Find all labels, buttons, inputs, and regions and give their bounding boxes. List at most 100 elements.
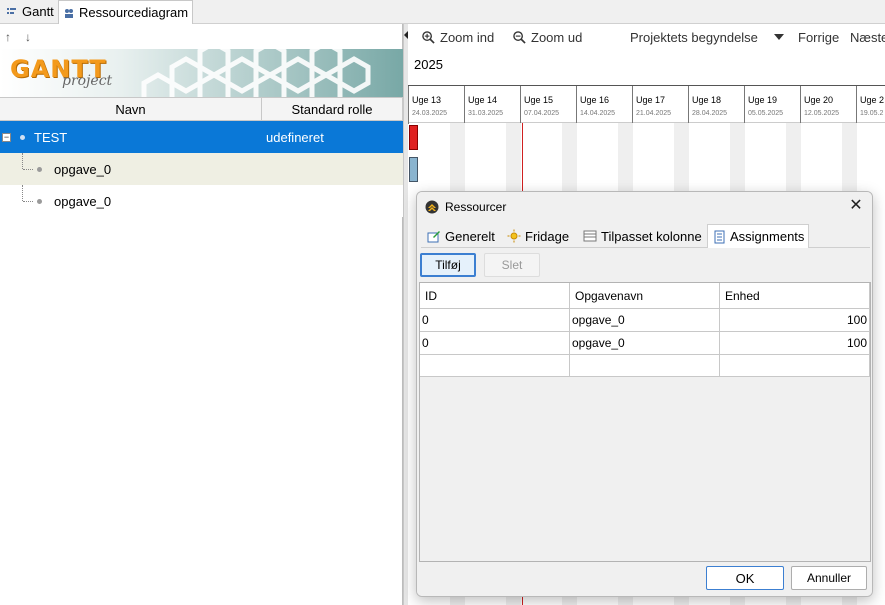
tab-gantt[interactable]: Gantt	[2, 0, 58, 23]
cell-id[interactable]: 0	[420, 332, 570, 355]
tree-row-assignment[interactable]: opgave_0	[0, 185, 403, 217]
resource-load-bar[interactable]	[409, 125, 418, 150]
tree-row-resource[interactable]: − TEST udefineret	[0, 121, 403, 153]
assignment-load-bar[interactable]	[409, 157, 418, 182]
tab-resource-diagram[interactable]: Ressourcediagram	[58, 0, 194, 24]
zoom-out-button[interactable]: Zoom ud	[513, 30, 582, 45]
table-row[interactable]: 0 opgave_0 100	[420, 332, 870, 355]
next-button[interactable]: Næste	[850, 30, 885, 45]
week-label: Uge 19	[748, 95, 778, 105]
ganttproject-logo: GANTT project	[10, 55, 112, 89]
week-label: Uge 14	[468, 95, 498, 105]
week-label: Uge 17	[636, 95, 666, 105]
chart-toolbar: Zoom ind Zoom ud Projektets begyndelse F…	[408, 24, 885, 52]
document-icon	[714, 230, 725, 243]
move-down-button[interactable]: ↓	[25, 30, 31, 44]
assignment-name: opgave_0	[54, 193, 112, 209]
add-assignment-button[interactable]: Tilføj	[420, 253, 476, 277]
week-label: Uge 18	[692, 95, 722, 105]
timeline-week: Uge 17 21.04.2025	[632, 86, 688, 124]
cancel-button[interactable]: Annuller	[791, 566, 867, 590]
resource-name: TEST	[34, 129, 68, 145]
cell-id[interactable]: 0	[420, 309, 570, 332]
dialog-titlebar[interactable]: Ressourcer	[417, 192, 872, 222]
ok-button[interactable]: OK	[706, 566, 784, 590]
tab-custom-columns-label: Tilpasset kolonne	[601, 228, 702, 244]
view-tabs: Gantt Ressourcediagram	[0, 0, 885, 24]
week-label: Uge 13	[412, 95, 442, 105]
timeline-week: Uge 16 14.04.2025	[576, 86, 632, 124]
dialog-tabs: Generelt Fridage Tilpasset kolonne Assig…	[421, 224, 870, 249]
column-header-unit[interactable]: Enhed	[720, 283, 870, 309]
column-header-task-name[interactable]: Opgavenavn	[570, 283, 720, 309]
logo-sub-text: project	[62, 73, 113, 89]
tree-connector	[23, 169, 33, 170]
project-start-label: Projektets begyndelse	[630, 30, 758, 45]
tree-connector	[22, 185, 23, 201]
column-header-role[interactable]: Standard rolle	[262, 98, 403, 120]
timeline-week: Uge 13 24.03.2025	[408, 86, 464, 124]
tab-assignments[interactable]: Assignments	[707, 224, 810, 249]
timeline-week: Uge 2 19.05.2	[856, 86, 885, 124]
delete-assignment-button[interactable]: Slet	[484, 253, 540, 277]
project-start-dropdown[interactable]	[774, 34, 784, 40]
tree-header: Navn Standard rolle	[0, 97, 403, 121]
tree-row-assignment[interactable]: opgave_0	[0, 153, 403, 185]
week-date: 12.05.2025	[804, 110, 840, 117]
tab-general[interactable]: Generelt	[423, 224, 499, 248]
table-row[interactable]: 0 opgave_0 100	[420, 309, 870, 332]
week-date: 28.04.2025	[692, 110, 728, 117]
week-label: Uge 2	[860, 95, 885, 105]
week-date: 05.05.2025	[748, 110, 784, 117]
close-icon[interactable]: ✕	[848, 198, 864, 214]
assignments-table: ID Opgavenavn Enhed 0 opgave_0 100 0 opg…	[419, 282, 871, 562]
week-date: 24.03.2025	[412, 110, 448, 117]
sun-icon	[507, 229, 521, 243]
move-up-button[interactable]: ↑	[5, 30, 11, 44]
task-bullet-icon	[37, 198, 42, 204]
table-header-row: ID Opgavenavn Enhed	[420, 283, 870, 309]
assignment-name: opgave_0	[54, 161, 112, 177]
collapse-toggle[interactable]: −	[2, 132, 11, 142]
zoom-out-icon	[513, 31, 526, 44]
column-header-id[interactable]: ID	[420, 283, 570, 309]
cell-id[interactable]	[420, 355, 570, 377]
ganttproject-app-icon	[425, 200, 439, 214]
edit-icon	[427, 231, 440, 243]
tree-connector	[23, 201, 33, 202]
column-header-name[interactable]: Navn	[0, 98, 262, 120]
cell-unit[interactable]: 100	[720, 309, 870, 332]
cell-unit[interactable]	[720, 355, 870, 377]
week-date: 14.04.2025	[580, 110, 616, 117]
cell-unit[interactable]: 100	[720, 332, 870, 355]
tab-custom-columns[interactable]: Tilpasset kolonne	[579, 224, 706, 248]
next-label: Næste	[850, 30, 885, 45]
resources-dialog: Ressourcer ✕ Generelt Fridage Tilpasset …	[416, 191, 873, 597]
tab-holidays-label: Fridage	[525, 228, 570, 244]
timeline-week: Uge 14 31.03.2025	[464, 86, 520, 124]
resource-tree-panel: ↑ ↓ GANTT project Navn Standard rolle − …	[0, 24, 403, 605]
tab-assignments-label: Assignments	[730, 229, 805, 244]
timeline-header: Uge 13 24.03.2025 Uge 14 31.03.2025 Uge …	[408, 85, 885, 124]
tree-toolbar: ↑ ↓	[0, 24, 403, 50]
assignments-panel: Tilføj Slet ID Opgavenavn Enhed 0 opgave…	[417, 248, 872, 596]
resource-bullet-icon	[20, 134, 25, 140]
previous-button[interactable]: Forrige	[798, 30, 839, 45]
cell-task-name[interactable]	[570, 355, 720, 377]
cell-task-name[interactable]: opgave_0	[570, 332, 720, 355]
week-date: 31.03.2025	[468, 110, 504, 117]
zoom-in-button[interactable]: Zoom ind	[422, 30, 494, 45]
table-row[interactable]	[420, 355, 870, 377]
tab-resource-diagram-label: Ressourcediagram	[79, 5, 189, 20]
table-icon	[583, 230, 597, 242]
week-label: Uge 16	[580, 95, 610, 105]
week-label: Uge 20	[804, 95, 834, 105]
timeline-week: Uge 20 12.05.2025	[800, 86, 856, 124]
cell-task-name[interactable]: opgave_0	[570, 309, 720, 332]
zoom-in-label: Zoom ind	[440, 30, 495, 45]
project-start-button[interactable]: Projektets begyndelse	[630, 30, 758, 45]
gantt-chart-icon	[7, 7, 16, 14]
week-date: 07.04.2025	[524, 110, 560, 117]
tab-holidays[interactable]: Fridage	[503, 224, 573, 248]
timeline-year: 2025	[414, 57, 443, 72]
